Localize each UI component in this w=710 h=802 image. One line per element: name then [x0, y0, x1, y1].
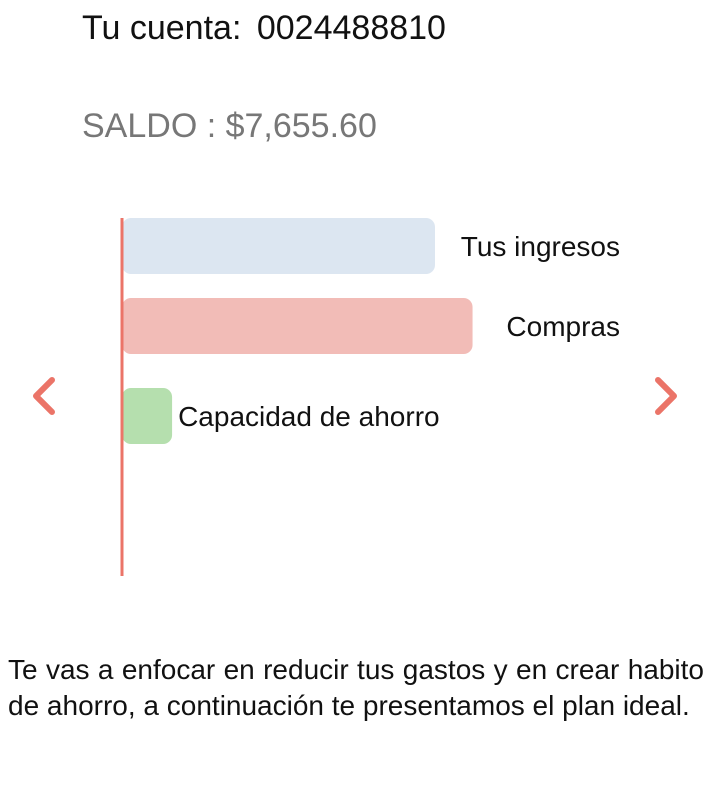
chart-bar-2: [122, 298, 473, 354]
account-label: Tu cuenta:: [82, 9, 242, 47]
savings-chart: Tus ingresos Compras Capacidad de ahorro: [0, 210, 710, 580]
account-line: Tu cuenta: 0024488810: [82, 8, 446, 48]
chart-bar-label-2: Compras: [506, 311, 620, 342]
balance-text: SALDO : $7,655.60: [82, 107, 377, 145]
chart-bar-label-1: Tus ingresos: [461, 231, 620, 262]
chart-bar-3: [122, 388, 173, 444]
account-number: 0024488810: [256, 9, 446, 47]
chart-bar-1: [122, 218, 435, 274]
bar-chart: Tus ingresos Compras Capacidad de ahorro: [120, 218, 620, 576]
chart-bar-label-3: Capacidad de ahorro: [178, 401, 440, 432]
plan-message: Te vas a enfocar en reducir tus gastos y…: [8, 654, 704, 721]
